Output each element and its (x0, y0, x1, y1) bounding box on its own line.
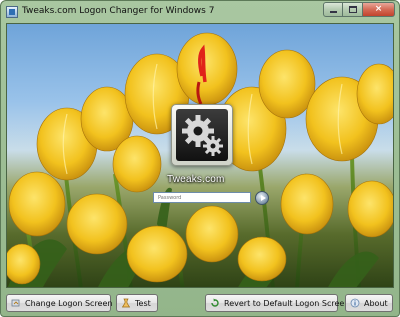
logo-tile (171, 104, 233, 166)
test-icon (121, 298, 131, 308)
revert-default-button[interactable]: Revert to Default Logon Screen (205, 294, 349, 312)
close-icon: × (374, 4, 383, 14)
password-field[interactable] (153, 192, 251, 203)
logon-preview: Tweaks.com (6, 23, 394, 288)
minimize-button[interactable] (323, 2, 343, 17)
about-label: About (364, 298, 388, 308)
arrow-right-icon (260, 195, 266, 201)
test-label: Test (135, 298, 151, 308)
about-button[interactable]: About (345, 294, 393, 312)
change-logon-screen-label: Change Logon Screen (25, 298, 113, 308)
brand-text: Tweaks.com (167, 174, 225, 185)
revert-icon (211, 298, 219, 307)
change-logon-screen-button[interactable]: Change Logon Screen (6, 294, 113, 312)
maximize-icon (348, 6, 357, 13)
window-title: Tweaks.com Logon Changer for Windows 7 (22, 6, 215, 16)
app-icon (6, 6, 18, 18)
close-button[interactable]: × (363, 2, 395, 17)
maximize-button[interactable] (343, 2, 363, 17)
submit-arrow-button[interactable] (255, 191, 269, 205)
app-window: Tweaks.com Logon Changer for Windows 7 × (0, 0, 400, 317)
change-icon (11, 299, 20, 307)
title-bar[interactable]: Tweaks.com Logon Changer for Windows 7 × (1, 1, 399, 23)
minimize-icon (329, 11, 337, 13)
test-button[interactable]: Test (116, 294, 158, 312)
revert-default-label: Revert to Default Logon Screen (224, 298, 350, 308)
window-controls: × (323, 2, 395, 18)
gears-icon (176, 109, 228, 161)
info-icon (350, 298, 360, 308)
